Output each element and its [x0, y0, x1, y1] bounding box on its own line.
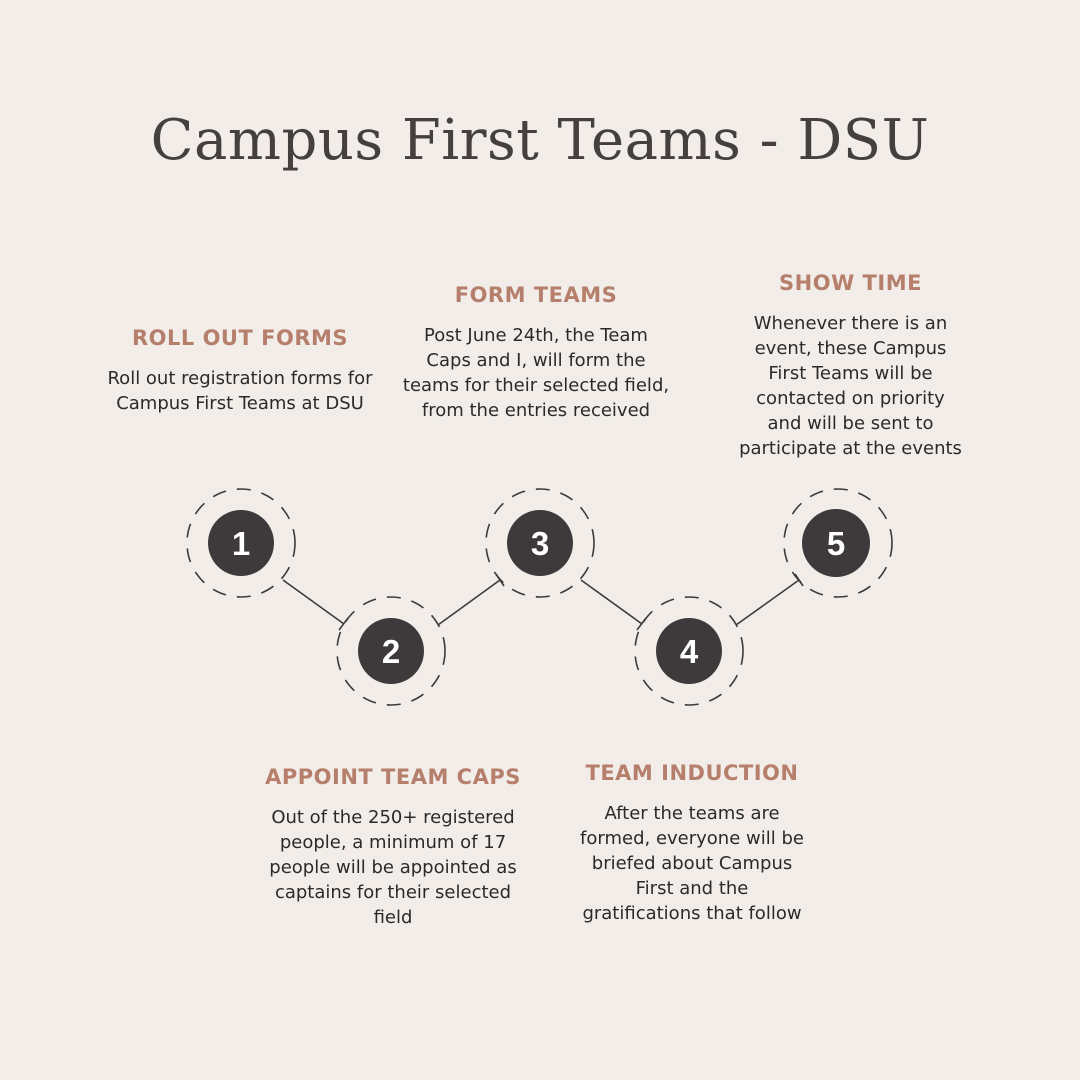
step-2-number: 2 [382, 633, 400, 670]
connector-2-3 [437, 579, 501, 626]
process-diagram: 1 2 3 4 5 [186, 488, 893, 706]
connector-4-5 [735, 579, 800, 626]
step-1-node: 1 [186, 488, 296, 598]
step-5-number: 5 [827, 525, 845, 562]
step-1-number: 1 [232, 525, 250, 562]
connector-1-2 [282, 579, 345, 625]
step-5-node: 5 [783, 488, 893, 598]
step-4-node: 4 [634, 596, 744, 706]
step-4-number: 4 [680, 633, 699, 670]
step-3-number: 3 [531, 525, 549, 562]
connector-3-4 [580, 579, 643, 625]
step-3-node: 3 [485, 488, 595, 598]
step-2-node: 2 [336, 596, 446, 706]
